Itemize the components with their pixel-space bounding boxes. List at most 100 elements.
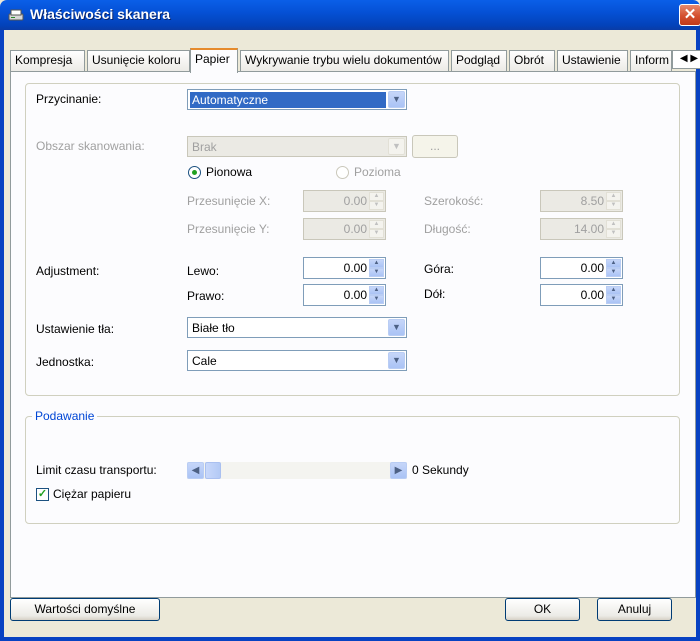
portrait-radio[interactable] (188, 166, 201, 179)
landscape-radio[interactable] (336, 166, 349, 179)
spin-down-icon[interactable]: ▼ (369, 268, 384, 277)
ok-button[interactable]: OK (505, 598, 580, 621)
unit-label: Jednostka: (36, 355, 95, 369)
tab-podglad[interactable]: Podgląd (451, 50, 507, 71)
scan-area-browse-button[interactable]: ... (412, 135, 458, 158)
background-select[interactable]: Białe tło ▼ (187, 317, 407, 338)
spin-down-icon[interactable]: ▼ (606, 268, 621, 277)
offset-x-spinner[interactable]: 0.00 ▲ ▼ (303, 190, 386, 212)
top-label: Góra: (424, 262, 455, 276)
cancel-button[interactable]: Anuluj (597, 598, 672, 621)
tab-usuniecie-koloru[interactable]: Usunięcie koloru (87, 50, 190, 71)
spinner-buttons[interactable]: ▲ ▼ (606, 259, 621, 277)
title-bar[interactable]: Właściwości skanera ✕ (0, 0, 700, 30)
offset-y-spinner[interactable]: 0.00 ▲ ▼ (303, 218, 386, 240)
spinner-buttons[interactable]: ▲ ▼ (369, 286, 384, 304)
left-spinner[interactable]: 0.00 ▲ ▼ (303, 257, 386, 279)
tab-scroll-buttons[interactable]: ◀ ▶ (672, 50, 700, 69)
tab-ustawienie[interactable]: Ustawienie (557, 50, 628, 71)
bottom-label: Dół: (424, 287, 446, 301)
chevron-down-icon[interactable]: ▼ (388, 91, 405, 108)
offset-y-label: Przesunięcie Y: (187, 222, 270, 236)
tab-inform[interactable]: Inform (630, 50, 672, 71)
bottom-spinner[interactable]: 0.00 ▲ ▼ (540, 284, 623, 306)
spinner-buttons[interactable]: ▲ ▼ (606, 220, 621, 238)
paper-settings-group: Przycinanie: Automatyczne ▼ Obszar skano… (25, 83, 680, 396)
tab-scroll-right-icon[interactable]: ▶ (690, 53, 698, 64)
defaults-button[interactable]: Wartości domyślne (10, 598, 160, 621)
spin-down-icon[interactable]: ▼ (369, 295, 384, 304)
feeding-legend: Podawanie (32, 409, 98, 423)
spin-up-icon[interactable]: ▲ (369, 192, 384, 201)
window-title: Właściwości skanera (30, 6, 171, 22)
spinner-buttons[interactable]: ▲ ▼ (369, 192, 384, 210)
tab-kompresja[interactable]: Kompresja (10, 50, 85, 71)
right-spinner[interactable]: 0.00 ▲ ▼ (303, 284, 386, 306)
spin-up-icon[interactable]: ▲ (606, 220, 621, 229)
unit-select[interactable]: Cale ▼ (187, 350, 407, 371)
tab-papier[interactable]: Papier (190, 48, 238, 73)
spinner-buttons[interactable]: ▲ ▼ (369, 259, 384, 277)
top-value: 0.00 (580, 261, 604, 275)
tab-strip: Kompresja Usunięcie koloru Papier Wykryw… (10, 48, 700, 73)
cropping-select[interactable]: Automatyczne ▼ (187, 89, 407, 110)
unit-value: Cale (192, 354, 217, 368)
scan-area-select[interactable]: Brak ▼ (187, 136, 407, 157)
scanner-properties-window: Właściwości skanera ✕ Kompresja Usunięci… (0, 0, 700, 641)
background-value: Białe tło (192, 321, 235, 335)
left-value: 0.00 (343, 261, 367, 275)
scroll-left-icon[interactable]: ◀ (187, 462, 204, 479)
adjustment-label: Adjustment: (36, 264, 100, 278)
length-label: Długość: (424, 222, 471, 236)
paper-weight-checkbox[interactable]: ✓ (36, 488, 49, 501)
spin-down-icon[interactable]: ▼ (369, 229, 384, 238)
spin-down-icon[interactable]: ▼ (606, 295, 621, 304)
spin-down-icon[interactable]: ▼ (606, 201, 621, 210)
spin-up-icon[interactable]: ▲ (606, 286, 621, 295)
window-frame-left (0, 30, 4, 641)
cropping-value: Automatyczne (190, 92, 386, 108)
spin-up-icon[interactable]: ▲ (369, 286, 384, 295)
background-label: Ustawienie tła: (36, 322, 115, 336)
portrait-label[interactable]: Pionowa (206, 165, 252, 179)
paper-weight-label[interactable]: Ciężar papieru (53, 487, 131, 501)
left-label: Lewo: (187, 264, 220, 278)
scroll-right-icon[interactable]: ▶ (390, 462, 407, 479)
top-spinner[interactable]: 0.00 ▲ ▼ (540, 257, 623, 279)
window-frame-right (696, 30, 700, 641)
transport-timeout-label: Limit czasu transportu: (36, 463, 157, 477)
length-value: 14.00 (573, 222, 604, 236)
transport-timeout-slider[interactable]: ◀ ▶ (187, 462, 407, 479)
tab-obrot[interactable]: Obrót (509, 50, 555, 71)
scanner-icon (8, 9, 24, 21)
tab-scroll-left-icon[interactable]: ◀ (680, 53, 688, 64)
spin-up-icon[interactable]: ▲ (606, 192, 621, 201)
scan-area-label: Obszar skanowania: (36, 139, 145, 153)
chevron-down-icon[interactable]: ▼ (388, 352, 405, 369)
transport-timeout-value: 0 Sekundy (412, 463, 469, 477)
spinner-buttons[interactable]: ▲ ▼ (369, 220, 384, 238)
spinner-buttons[interactable]: ▲ ▼ (606, 286, 621, 304)
tab-wykrywanie-trybu[interactable]: Wykrywanie trybu wielu dokumentów (240, 50, 449, 71)
length-spinner[interactable]: 14.00 ▲ ▼ (540, 218, 623, 240)
cropping-label: Przycinanie: (36, 92, 102, 106)
offset-x-value: 0.00 (343, 194, 367, 208)
spin-up-icon[interactable]: ▲ (369, 259, 384, 268)
chevron-down-icon[interactable]: ▼ (388, 138, 405, 155)
width-label: Szerokość: (424, 194, 484, 208)
right-label: Prawo: (187, 289, 225, 303)
spin-down-icon[interactable]: ▼ (369, 201, 384, 210)
window-frame-bottom (0, 637, 700, 641)
width-spinner[interactable]: 8.50 ▲ ▼ (540, 190, 623, 212)
spinner-buttons[interactable]: ▲ ▼ (606, 192, 621, 210)
bottom-value: 0.00 (580, 288, 604, 302)
chevron-down-icon[interactable]: ▼ (388, 319, 405, 336)
close-button[interactable]: ✕ (679, 4, 700, 26)
spin-down-icon[interactable]: ▼ (606, 229, 621, 238)
landscape-label[interactable]: Pozioma (354, 165, 401, 179)
spin-up-icon[interactable]: ▲ (369, 220, 384, 229)
scan-area-value: Brak (192, 140, 217, 154)
scroll-thumb[interactable] (205, 462, 221, 479)
offset-x-label: Przesunięcie X: (187, 194, 271, 208)
spin-up-icon[interactable]: ▲ (606, 259, 621, 268)
